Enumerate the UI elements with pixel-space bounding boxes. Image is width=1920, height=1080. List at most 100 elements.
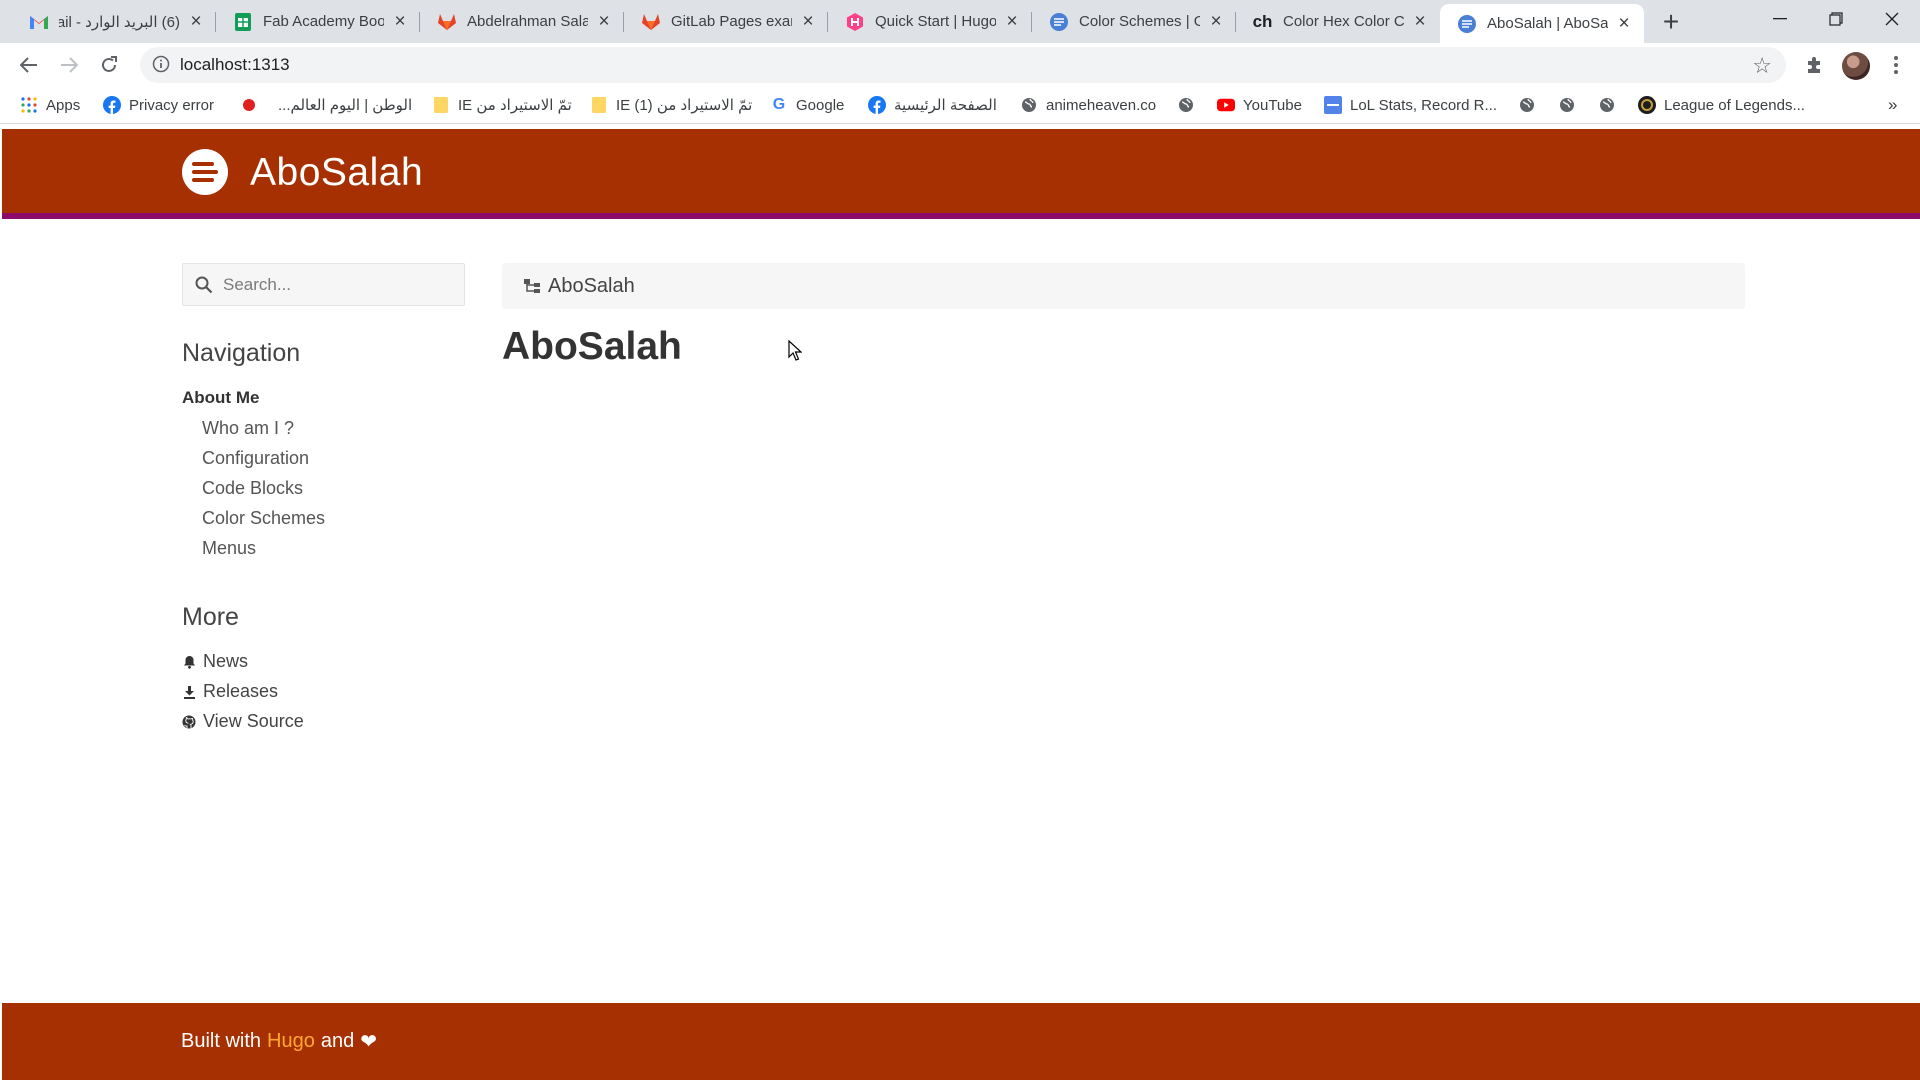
bookmark-label: YouTube [1243,96,1302,114]
docs-icon [1048,11,1069,32]
forward-button[interactable] [53,49,85,81]
logo-line [192,178,214,182]
minimize-button[interactable] [1752,0,1808,38]
address-bar[interactable]: localhost:1313 ☆ [140,47,1786,83]
sitemap-icon [524,279,540,293]
breadcrumb-item[interactable]: AboSalah [548,275,635,298]
globe-icon [1177,96,1195,114]
bookmark-label: Privacy error [129,96,215,114]
tab-abosalah[interactable]: AboSalah | AboSal × [1440,4,1644,43]
navigation-heading: Navigation [182,339,301,367]
profile-avatar[interactable] [1842,52,1870,80]
tab-color-hex[interactable]: ch Color Hex Color C × [1236,0,1440,43]
logo-line [192,162,214,166]
bookmark-privacy-error[interactable]: Privacy error [103,94,214,116]
close-tab-icon[interactable]: × [390,11,410,32]
info-icon[interactable] [152,55,172,75]
bookmark-label: animeheaven.co [1046,96,1157,114]
browser-toolbar: localhost:1313 ☆ [0,43,1920,86]
tab-gmail[interactable]: (6) البريد الوارد - Gmail × [12,0,216,43]
bookmark-globe-4[interactable] [1598,94,1624,116]
tab-title: AboSalah | AboSal [1487,15,1608,32]
search-icon [195,276,213,294]
close-tab-icon[interactable]: × [1410,11,1430,32]
more-item-releases[interactable]: Releases [182,681,278,702]
nav-item-menus[interactable]: Menus [202,538,256,559]
more-item-news[interactable]: News [182,651,248,672]
nav-section-about-me[interactable]: About Me [182,388,259,408]
bookmarks-bar: Apps Privacy error الوطن | اليوم العالم.… [0,86,1920,124]
header-stripe [2,213,1920,219]
nav-item-configuration[interactable]: Configuration [202,448,309,469]
footer-hugo-link[interactable]: Hugo [267,1030,315,1053]
close-tab-icon[interactable]: × [186,11,206,32]
sheets-icon [232,11,253,32]
bookmark-fb-home[interactable]: الصفحة الرئيسية [868,94,997,116]
docs-icon [1456,13,1477,34]
footer-and: and [320,1030,355,1052]
site-footer: Built with Hugo and ❤ [2,1003,1920,1080]
bookmark-star-icon[interactable]: ☆ [1752,53,1772,79]
more-item-label: Releases [203,681,279,701]
close-tab-icon[interactable]: × [798,11,818,32]
nav-item-color-schemes[interactable]: Color Schemes [202,508,325,529]
red-dot-icon [240,96,258,114]
site-title[interactable]: AboSalah [250,151,423,195]
new-tab-button[interactable]: + [1656,6,1686,37]
tab-color-schemes[interactable]: Color Schemes | G × [1032,0,1236,43]
tab-title: Fab Academy Boot [263,13,384,30]
extensions-puzzle-icon[interactable] [1799,49,1831,81]
tab-hugo-quickstart[interactable]: Quick Start | Hugo × [828,0,1032,43]
bookmark-label: تمّ الاستيراد من IE [458,97,572,114]
browser-tab-strip: (6) البريد الوارد - Gmail × Fab Academy … [0,0,1920,43]
bookmark-ie-folder-1[interactable]: تمّ الاستيراد من IE (1) [590,94,752,116]
apps-grid-icon [20,96,38,114]
bookmark-red[interactable] [240,94,266,116]
bookmark-globe-3[interactable] [1558,94,1584,116]
mouse-cursor-icon [788,340,802,361]
tab-gitlab-pages[interactable]: GitLab Pages exam × [624,0,828,43]
search-input[interactable] [223,274,453,296]
close-window-button[interactable] [1864,0,1920,38]
restore-button[interactable] [1808,0,1864,38]
reload-button[interactable] [93,49,125,81]
footer-text: Built with Hugo and ❤ [181,1029,377,1054]
url-text[interactable]: localhost:1313 [180,55,290,75]
bookmark-google[interactable]: G Google [770,94,845,116]
globe-icon [1558,96,1576,114]
facebook-icon [868,96,886,114]
back-button[interactable] [13,49,45,81]
site-logo-icon[interactable] [182,149,228,195]
close-tab-icon[interactable]: × [1206,11,1226,32]
nav-item-code-blocks[interactable]: Code Blocks [202,478,303,499]
bookmark-globe-1[interactable] [1177,94,1203,116]
facebook-icon [103,96,121,114]
bookmark-globe-2[interactable] [1518,94,1544,116]
tab-title: Quick Start | Hugo [875,13,996,30]
tab-abdelrahman[interactable]: Abdelrahman Salah × [420,0,624,43]
bookmark-apps[interactable]: Apps [20,94,80,116]
folder-icon [590,96,608,114]
bookmark-youtube[interactable]: YouTube [1217,94,1302,116]
nav-item-who-am-i[interactable]: Who am I ? [202,418,294,439]
close-tab-icon[interactable]: × [594,11,614,32]
search-box[interactable] [182,263,465,306]
close-tab-icon[interactable]: × [1614,13,1634,34]
menu-kebab-icon[interactable] [1880,49,1912,81]
bookmark-label: الصفحة الرئيسية [894,97,997,114]
bookmark-lol-stats[interactable]: LoL Stats, Record R... [1324,94,1497,116]
bookmark-league[interactable]: League of Legends... [1638,94,1805,116]
close-tab-icon[interactable]: × [1002,11,1022,32]
globe-icon [1598,96,1616,114]
more-item-label: News [203,651,249,671]
logo-line [192,170,218,174]
bookmark-alwatan[interactable]: الوطن | اليوم العالم... [278,94,412,116]
tab-fab-academy[interactable]: Fab Academy Boot × [216,0,420,43]
bookmark-ie-folder[interactable]: تمّ الاستيراد من IE [432,94,572,116]
bookmarks-overflow-button[interactable]: » [1888,94,1897,116]
bookmark-animeheaven[interactable]: animeheaven.co [1020,94,1156,116]
more-item-view-source[interactable]: View Source [182,711,304,732]
bookmark-label: Google [796,96,845,114]
hugo-icon [844,11,865,32]
bookmark-label: Apps [46,96,81,114]
